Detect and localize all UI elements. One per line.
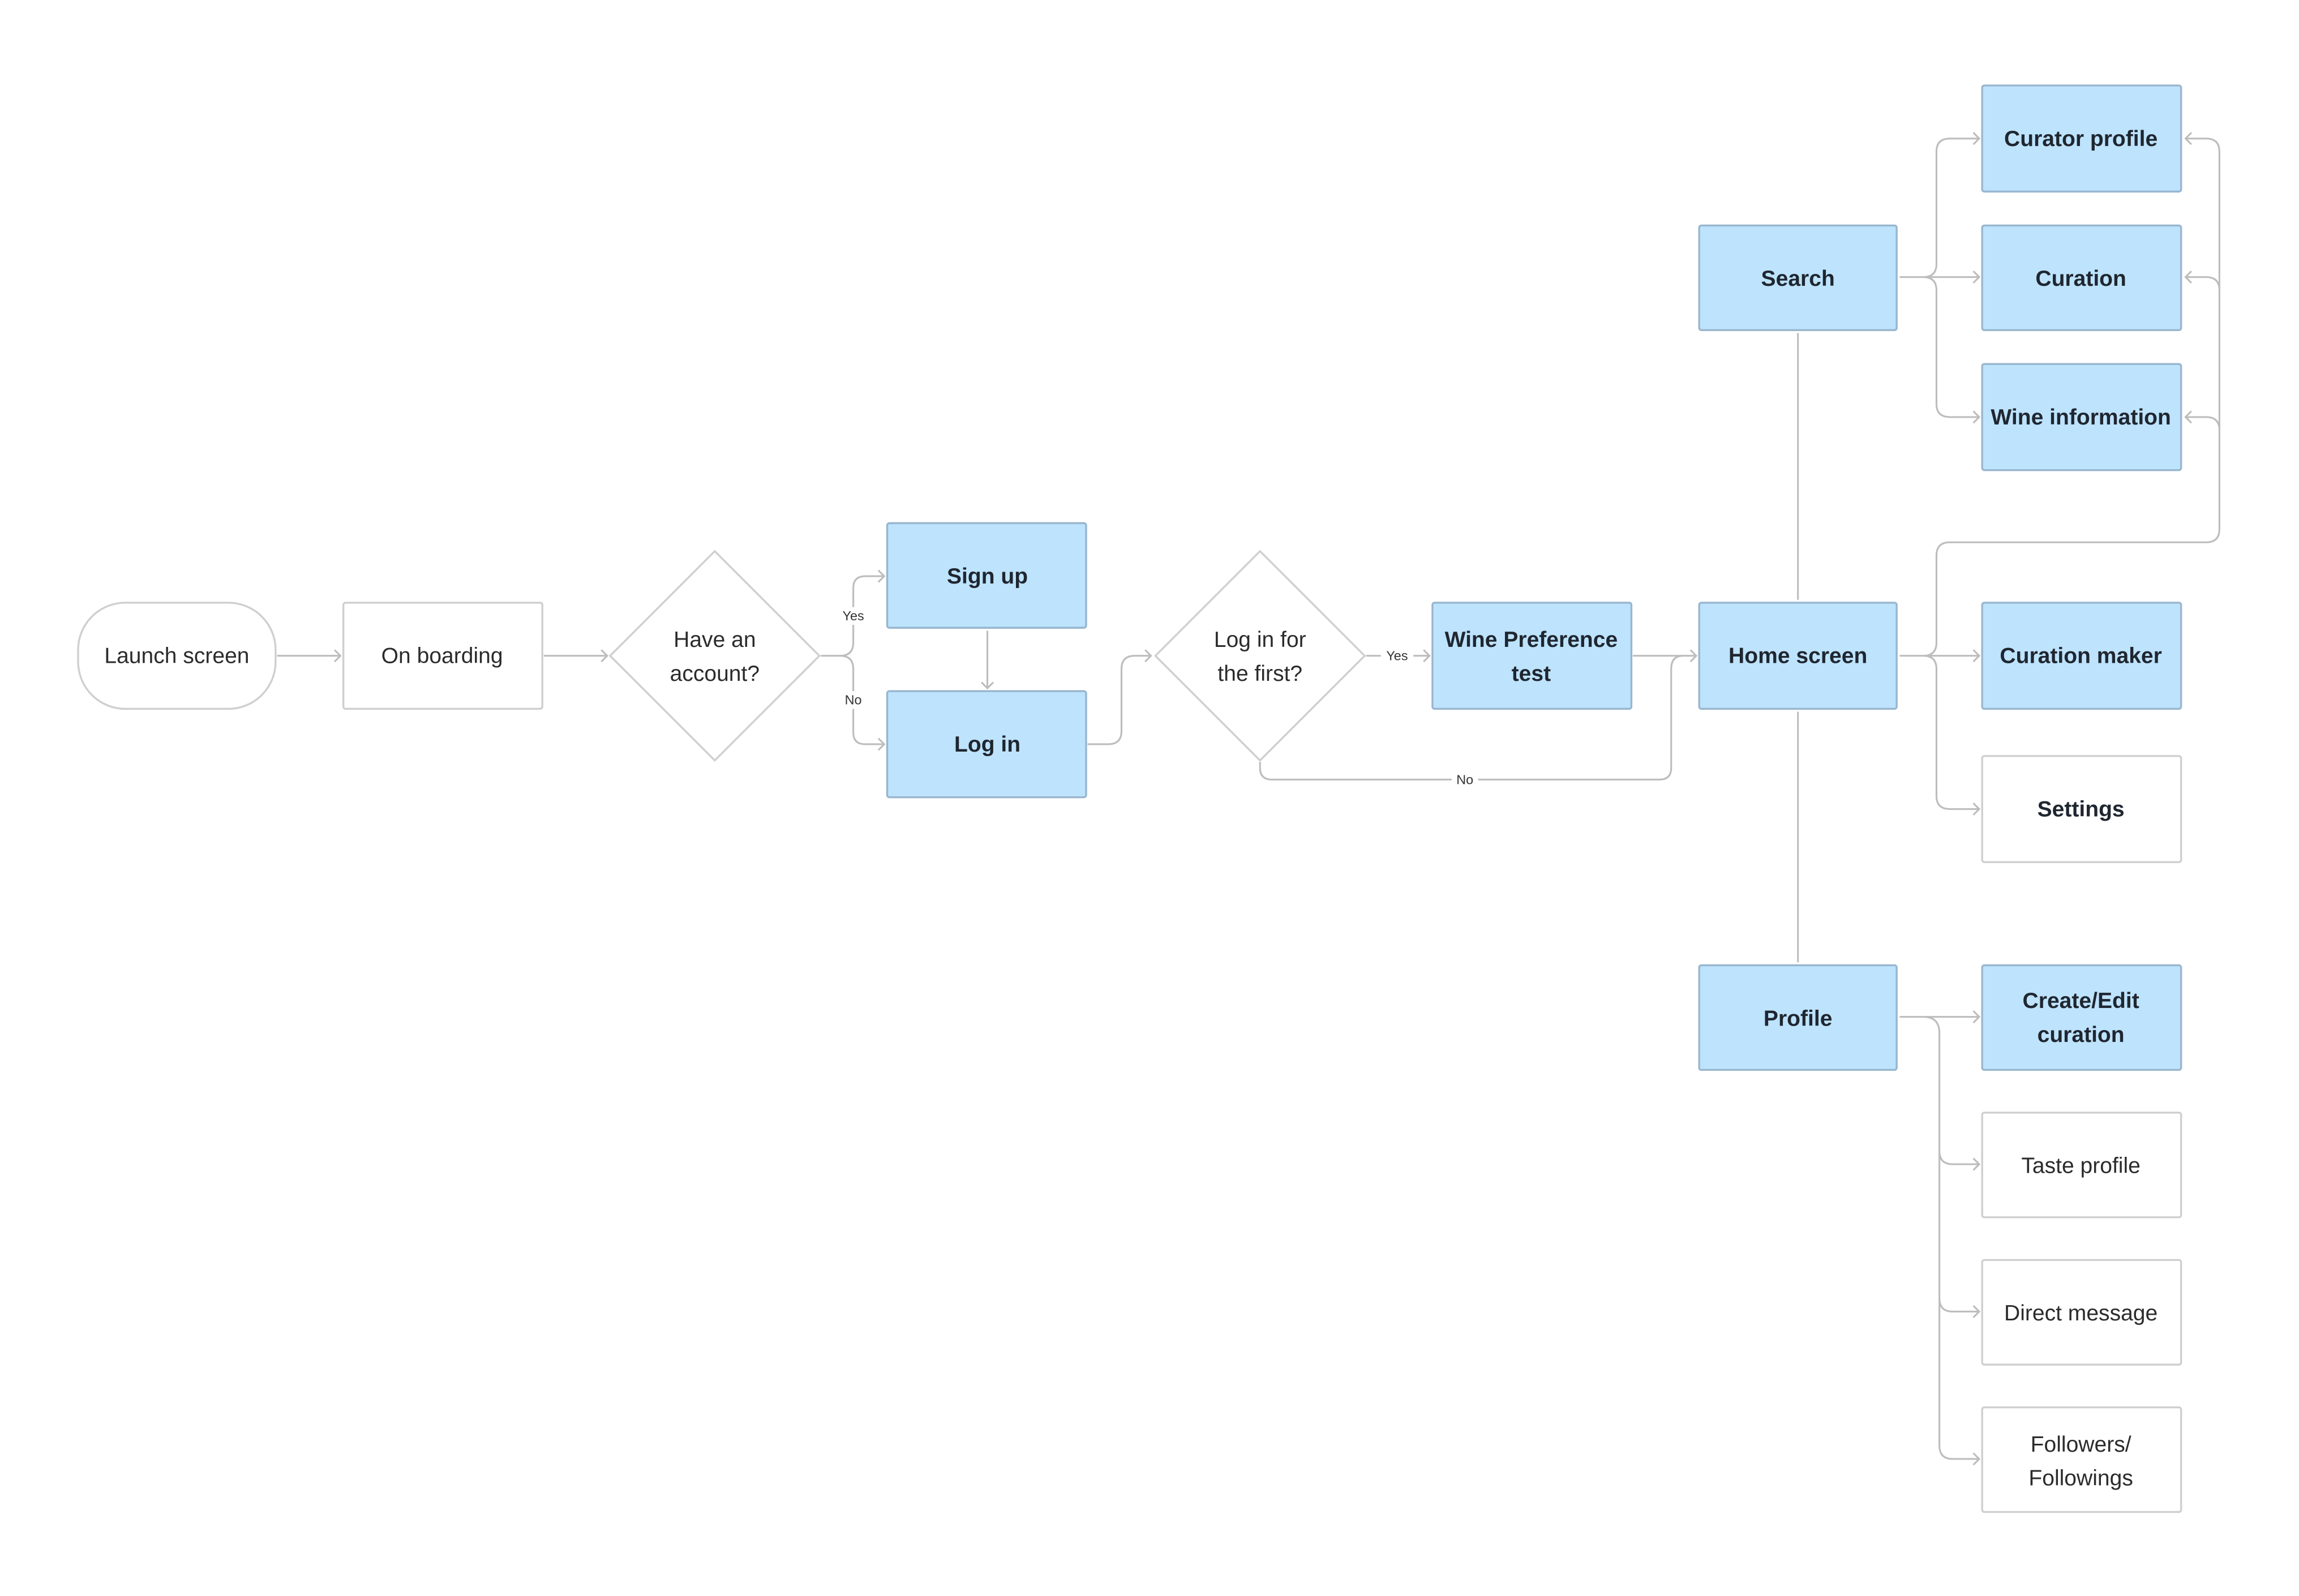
decision-first-login[interactable]: Log in for the first? (1154, 550, 1366, 762)
node-launch-screen[interactable]: Launch screen (77, 602, 277, 710)
node-label: On boarding (381, 644, 503, 668)
node-label: Taste profile (2021, 1154, 2141, 1178)
node-label: curation (2038, 1023, 2125, 1047)
node-direct-message[interactable]: Direct message (1981, 1259, 2182, 1366)
node-log-in[interactable]: Log in (886, 690, 1087, 799)
node-curation[interactable]: Curation (1981, 224, 2182, 331)
node-label: Create/Edit (2023, 989, 2139, 1013)
node-label: Sign up (947, 564, 1028, 589)
node-label: Followings (2028, 1466, 2133, 1491)
node-search[interactable]: Search (1698, 224, 1898, 331)
node-settings[interactable]: Settings (1981, 755, 2182, 863)
node-followers-followings[interactable]: Followers/ Followings (1981, 1406, 2182, 1513)
edge-label-no: No (1456, 772, 1473, 787)
node-label: Home screen (1728, 644, 1867, 668)
node-curation-maker[interactable]: Curation maker (1981, 602, 2182, 710)
node-taste-profile[interactable]: Taste profile (1981, 1112, 2182, 1219)
node-sign-up[interactable]: Sign up (886, 522, 1087, 629)
node-label: Curation maker (2000, 644, 2161, 668)
edge-label-yes: Yes (843, 608, 864, 623)
node-label: Direct message (2004, 1301, 2158, 1325)
node-label: Curation (2035, 267, 2126, 291)
node-label: Have an (674, 628, 756, 652)
node-label: Wine information (1991, 405, 2171, 430)
node-label: Launch screen (104, 644, 249, 668)
node-label: Profile (1764, 1006, 1833, 1031)
node-label: Log in (954, 732, 1020, 757)
node-curator-profile[interactable]: Curator profile (1981, 84, 2182, 193)
decision-have-account[interactable]: Have an account? (608, 550, 821, 762)
node-label: the first? (1217, 662, 1302, 686)
flow-diagram: Yes No Yes No Launch screen On boarding … (77, 84, 2220, 1513)
node-create-edit-curation[interactable]: Create/Edit curation (1981, 964, 2182, 1071)
edge-login-first-login (1087, 655, 1151, 745)
node-label: Settings (2038, 797, 2125, 822)
node-label: Followers/ (2031, 1432, 2131, 1457)
node-label: Curator profile (2004, 127, 2158, 151)
node-label: account? (670, 662, 760, 686)
node-label: Log in for (1214, 628, 1306, 652)
node-label: Wine Preference (1445, 628, 1618, 652)
edge-search-fanout (1899, 138, 1979, 418)
node-on-boarding[interactable]: On boarding (342, 602, 543, 710)
node-wine-preference-test[interactable]: Wine Preference test (1431, 602, 1633, 710)
edge-profile-fanout (1899, 1016, 1979, 1460)
node-label: Search (1761, 267, 1835, 291)
edge-label-no: No (845, 693, 862, 707)
connectors (277, 132, 2220, 1466)
node-label: test (1512, 662, 1551, 686)
node-profile[interactable]: Profile (1698, 964, 1898, 1071)
node-home-screen[interactable]: Home screen (1698, 602, 1898, 710)
node-wine-information[interactable]: Wine information (1981, 363, 2182, 471)
edge-label-yes: Yes (1386, 649, 1408, 663)
